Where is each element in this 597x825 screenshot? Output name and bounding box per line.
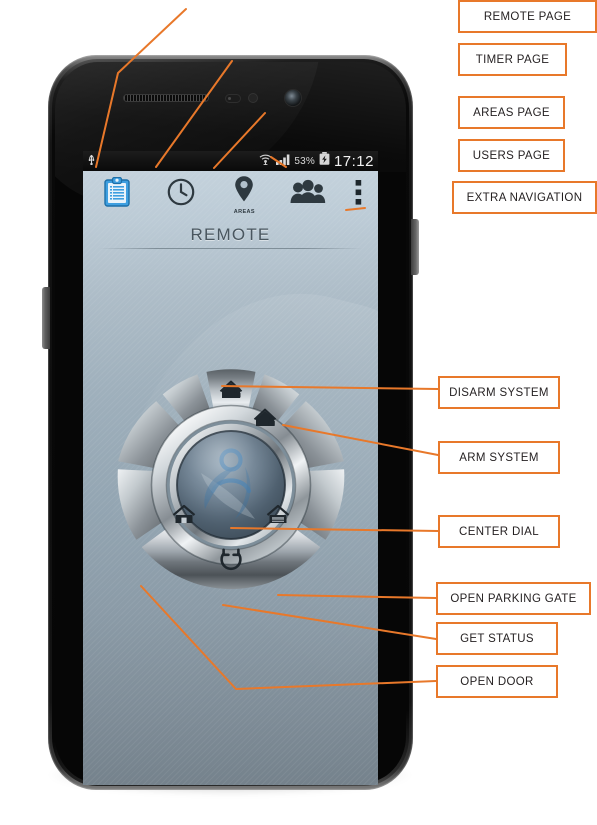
tab-areas-label: AREAS [233,209,255,215]
callout-label: ARM SYSTEM [459,451,539,464]
callout-label: AREAS PAGE [473,106,550,119]
center-dial-button [175,430,286,540]
power-button[interactable] [411,219,419,275]
map-pin-icon [233,175,255,208]
status-bar-clock: 17:12 [333,152,374,170]
callout-label: DISARM SYSTEM [449,386,549,399]
callout-center-dial: CENTER DIAL [438,515,560,548]
remote-dial-area [83,359,378,629]
app-content: AREAS REMOTE [83,171,378,785]
remote-dial [105,359,357,611]
title-divider [99,248,362,249]
clock-icon [167,178,195,211]
usb-icon [87,152,96,170]
callout-label: USERS PAGE [472,149,551,162]
wifi-icon [259,152,272,170]
phone-screen: 53% 17:12 AREAS REMOTE [83,151,378,785]
callout-label: TIMER PAGE [475,53,550,66]
callout-label: EXTRA NAVIGATION [466,191,583,204]
front-camera [285,90,301,106]
page-title: REMOTE [190,225,271,244]
callout-areas-page: AREAS PAGE [458,96,565,129]
callout-extra-navigation: EXTRA NAVIGATION [452,181,597,214]
callout-timer-page: TIMER PAGE [458,43,567,76]
action-bar: AREAS [83,171,378,219]
callout-label: REMOTE PAGE [483,10,572,23]
callout-remote-page: REMOTE PAGE [458,0,597,33]
callout-label: GET STATUS [460,632,534,645]
earpiece-speaker [123,94,209,102]
callout-disarm-system: DISARM SYSTEM [438,376,560,409]
tab-timer[interactable] [149,172,213,218]
battery-charging-icon [319,152,330,170]
tab-users[interactable] [276,172,340,218]
overflow-menu-button[interactable] [340,172,376,218]
callout-open-door: OPEN DOOR [436,665,558,698]
callout-label: OPEN DOOR [460,675,534,688]
volume-rocker[interactable] [42,287,50,349]
battery-percent-label: 53% [294,155,315,167]
callout-label: CENTER DIAL [459,525,539,538]
tab-areas[interactable]: AREAS [213,172,277,218]
light-sensor [249,94,257,102]
callout-arm-system: ARM SYSTEM [438,441,560,474]
phone-mockup: 53% 17:12 AREAS REMOTE [30,55,430,795]
status-bar: 53% 17:12 [83,151,378,171]
callout-users-page: USERS PAGE [458,139,565,172]
proximity-sensor [226,95,240,102]
callout-label: OPEN PARKING GATE [450,592,577,605]
callout-open-parking-gate: OPEN PARKING GATE [436,582,591,615]
tab-remote[interactable] [85,172,149,218]
clipboard-icon [104,176,130,212]
users-icon [290,179,326,210]
callout-get-status: GET STATUS [436,622,558,655]
cellular-signal-icon [276,152,290,170]
overflow-menu-icon [355,179,362,211]
